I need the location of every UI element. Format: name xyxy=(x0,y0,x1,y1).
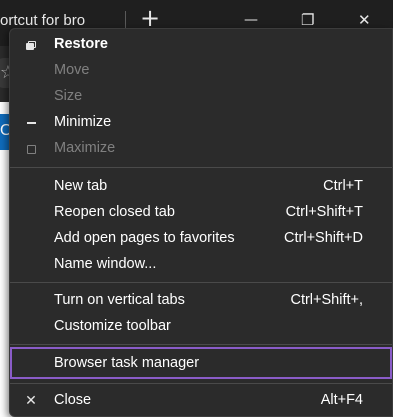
restore-icon xyxy=(24,32,38,58)
menu-item-shortcut: Ctrl+Shift+, xyxy=(290,292,363,308)
menu-item-size: Size xyxy=(10,84,392,110)
menu-item-shortcut: Alt+F4 xyxy=(320,392,363,408)
menu-item-shortcut: Ctrl+T xyxy=(323,178,363,194)
restore-window-button[interactable]: ❐ xyxy=(301,11,314,29)
menu-item-label: Maximize xyxy=(54,140,116,156)
menu-item-restore[interactable]: Restore xyxy=(10,32,392,58)
menu-item-label: Move xyxy=(54,62,90,78)
menu-item-name-window[interactable]: Name window... xyxy=(10,252,392,278)
menu-item-add-to-favorites[interactable]: Add open pages to favorites Ctrl+Shift+D xyxy=(10,226,392,252)
tab-title[interactable]: ortcut for bro xyxy=(0,12,120,29)
menu-item-maximize: Maximize xyxy=(10,136,392,162)
menu-item-close[interactable]: ✕ Close Alt+F4 xyxy=(10,388,392,414)
menu-item-label: Size xyxy=(54,88,83,104)
minimize-window-button[interactable]: — xyxy=(244,12,258,28)
minimize-icon xyxy=(24,110,38,136)
menu-item-label: Add open pages to favorites xyxy=(54,230,235,246)
menu-item-label: Name window... xyxy=(54,256,157,272)
menu-item-move: Move xyxy=(10,58,392,84)
menu-item-label: Minimize xyxy=(54,114,112,130)
window-context-menu: Restore Move Size Minimize Maximize New … xyxy=(9,28,393,417)
menu-item-vertical-tabs[interactable]: Turn on vertical tabs Ctrl+Shift+, xyxy=(10,288,392,314)
menu-item-label: Turn on vertical tabs xyxy=(54,292,185,308)
menu-item-label: New tab xyxy=(54,178,108,194)
menu-item-shortcut: Ctrl+Shift+T xyxy=(285,204,363,220)
close-icon: ✕ xyxy=(25,393,37,409)
menu-item-reopen-closed-tab[interactable]: Reopen closed tab Ctrl+Shift+T xyxy=(10,200,392,226)
menu-separator xyxy=(10,383,392,384)
menu-item-new-tab[interactable]: New tab Ctrl+T xyxy=(10,174,392,200)
maximize-icon xyxy=(24,136,38,162)
close-window-button[interactable]: ✕ xyxy=(358,11,371,29)
menu-item-customize-toolbar[interactable]: Customize toolbar xyxy=(10,314,392,340)
menu-item-label: Customize toolbar xyxy=(54,318,171,334)
menu-item-minimize[interactable]: Minimize xyxy=(10,110,392,136)
menu-separator xyxy=(10,282,392,283)
menu-separator xyxy=(10,344,392,345)
menu-item-label: Reopen closed tab xyxy=(54,204,175,220)
menu-separator xyxy=(10,167,392,168)
menu-item-browser-task-manager[interactable]: Browser task manager xyxy=(10,351,392,377)
menu-item-shortcut: Ctrl+Shift+D xyxy=(284,230,363,246)
menu-item-label: Restore xyxy=(54,36,108,52)
menu-item-label: Browser task manager xyxy=(54,355,200,371)
menu-item-label: Close xyxy=(54,392,92,408)
